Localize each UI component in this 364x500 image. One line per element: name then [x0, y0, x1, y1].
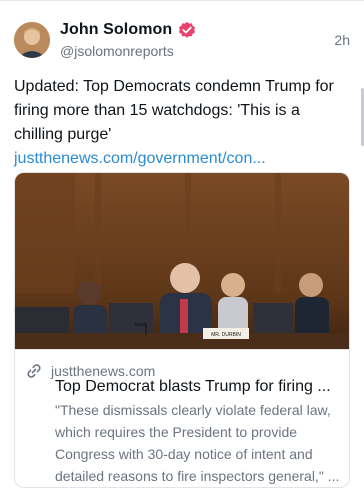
post-body: Updated: Top Democrats condemn Trump for…: [14, 75, 352, 171]
top-divider: [0, 0, 364, 1]
user-handle[interactable]: @jsolomonreports: [60, 43, 174, 59]
display-name[interactable]: John Solomon: [60, 21, 172, 39]
card-domain: justthenews.com: [51, 363, 156, 379]
card-title[interactable]: Top Democrat blasts Trump for firing ...: [55, 378, 345, 396]
avatar[interactable]: [14, 22, 50, 58]
post-link[interactable]: justthenews.com/government/con...: [14, 150, 266, 167]
post-header: John Solomon @jsolomonreports 2h: [14, 20, 350, 64]
post-text: Updated: Top Democrats condemn Trump for…: [14, 78, 334, 143]
nameplate-text: MR. DURBIN: [211, 332, 241, 338]
card-description: "These dismissals clearly violate federa…: [55, 402, 340, 484]
post-timestamp[interactable]: 2h: [334, 32, 350, 48]
card-image[interactable]: MR. DURBIN: [15, 173, 349, 349]
link-preview-card[interactable]: MR. DURBIN justthenews.com Top Democrat …: [14, 172, 350, 488]
verified-badge-icon: [178, 21, 196, 39]
name-row: John Solomon: [60, 21, 196, 39]
card-divider: [15, 349, 349, 350]
link-icon: [25, 362, 43, 380]
